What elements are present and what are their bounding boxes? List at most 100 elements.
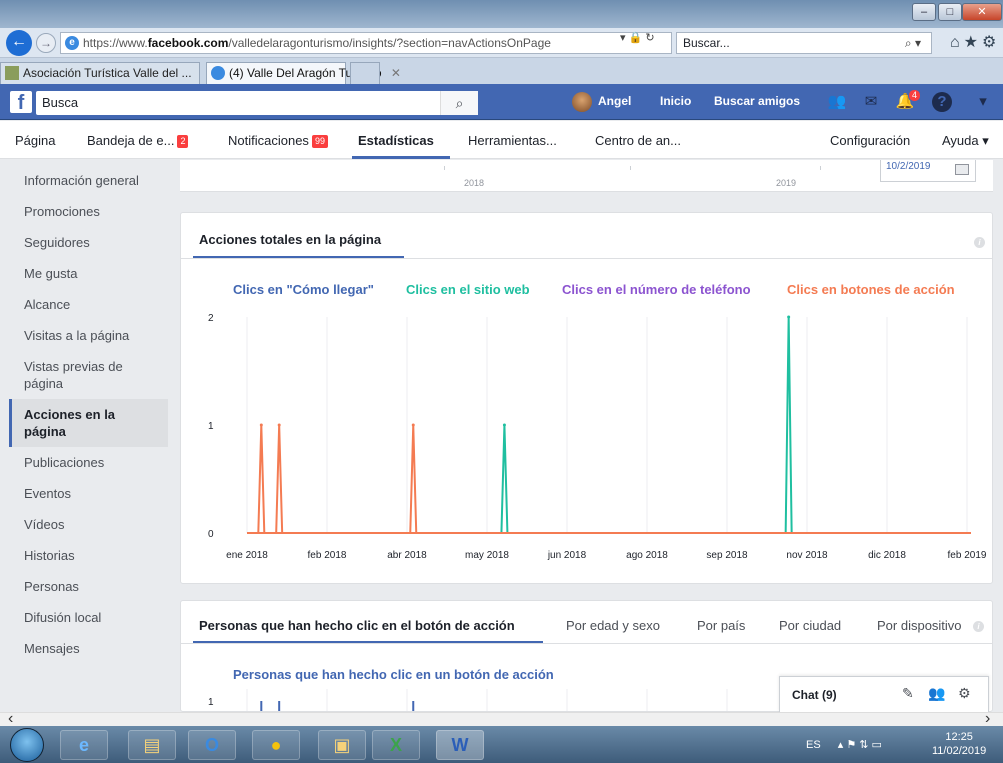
sidebar-item-page-views[interactable]: Visitas a la página (9, 320, 168, 351)
legend-action-buttons[interactable]: Clics en botones de acción (787, 282, 955, 297)
nav-help[interactable]: Ayuda ▾ (942, 133, 989, 149)
url-field[interactable]: e https://www.facebook.com/valledelarago… (60, 32, 672, 54)
back-button[interactable]: ← (6, 30, 32, 56)
sidebar-item-promotions[interactable]: Promociones (9, 196, 168, 227)
data-point (411, 423, 415, 427)
explorer-window-icon[interactable]: ▣ (318, 730, 366, 760)
sidebar-item-followers[interactable]: Seguidores (9, 227, 168, 258)
gear-icon[interactable]: ⚙ (958, 685, 971, 702)
nav-settings[interactable]: Configuración (830, 133, 910, 148)
end-date-value: 10/2/2019 (886, 161, 931, 172)
sidebar-item-messages[interactable]: Mensajes (9, 633, 168, 664)
x-tick-label: feb 2018 (308, 550, 347, 561)
tab-by-country[interactable]: Por país (697, 618, 745, 633)
close-tab-icon[interactable]: ✕ (391, 66, 401, 80)
sidebar-item-videos[interactable]: Vídeos (9, 509, 168, 540)
nav-notifications[interactable]: Notificaciones 99 (228, 133, 328, 148)
nav-notifications-label: Notificaciones (228, 133, 309, 148)
help-icon[interactable]: ? (932, 92, 952, 112)
tab-favicon (5, 66, 19, 80)
home-link[interactable]: Inicio (660, 94, 691, 108)
url-rest: /valledelaragonturismo/insights/?section… (228, 36, 551, 50)
end-date-input[interactable]: 10/2/2019 (880, 160, 976, 182)
compose-icon[interactable]: ✎ (902, 685, 914, 702)
search-icon[interactable]: ⌕ ▾ (905, 33, 921, 53)
x-tick-label: feb 2019 (948, 550, 987, 561)
tab-by-age-gender[interactable]: Por edad y sexo (566, 618, 660, 633)
chevron-down-icon[interactable]: ▾ (972, 92, 994, 112)
info-icon[interactable]: i (973, 621, 984, 632)
url-controls[interactable]: ▾ 🔒 ↻ (620, 31, 655, 44)
outlook-icon[interactable]: O (188, 730, 236, 760)
sidebar-item-posts[interactable]: Publicaciones (9, 447, 168, 478)
language-indicator[interactable]: ES (806, 739, 821, 751)
legend-website[interactable]: Clics en el sitio web (406, 282, 530, 297)
tab-label: Asociación Turística Valle del ... (23, 66, 192, 80)
data-point (787, 315, 791, 319)
nav-page[interactable]: Página (15, 133, 55, 148)
tab-by-city[interactable]: Por ciudad (779, 618, 841, 633)
sidebar-item-people[interactable]: Personas (9, 571, 168, 602)
card-title[interactable]: Acciones totales en la página (199, 232, 381, 247)
profile-link[interactable]: Angel (598, 94, 631, 108)
avatar[interactable] (572, 92, 592, 112)
chat-label: Chat (9) (792, 688, 837, 702)
minimize-button[interactable]: – (912, 3, 936, 21)
word-icon[interactable]: W (436, 730, 484, 760)
friend-requests-icon[interactable]: 👥 (826, 92, 848, 112)
browser-toolbar-icons[interactable]: ⌂★⚙ (950, 32, 1000, 52)
legend-phone[interactable]: Clics en el número de teléfono (562, 282, 751, 297)
sidebar-item-reach[interactable]: Alcance (9, 289, 168, 320)
browser-search-placeholder: Buscar... (683, 36, 730, 50)
calendar-icon[interactable] (955, 164, 969, 175)
sidebar-item-likes[interactable]: Me gusta (9, 258, 168, 289)
clock[interactable]: 12:25 11/02/2019 (932, 730, 986, 758)
facebook-search-input[interactable]: Busca (36, 91, 478, 115)
tab-clicked-action-button[interactable]: Personas que han hecho clic en el botón … (199, 618, 515, 633)
close-window-button[interactable]: ✕ (962, 3, 1002, 21)
sidebar-item-stories[interactable]: Historias (9, 540, 168, 571)
messenger-icon[interactable]: ✉ (860, 92, 882, 112)
sidebar-item-events[interactable]: Eventos (9, 478, 168, 509)
nav-tools[interactable]: Herramientas... (468, 133, 557, 148)
y-tick-label: 0 (208, 529, 214, 540)
start-button[interactable] (10, 728, 44, 762)
sidebar-item-overview[interactable]: Información general (9, 165, 168, 196)
data-point (502, 423, 506, 427)
notifications-count-badge: 99 (311, 135, 328, 148)
facebook-logo-icon[interactable]: f (10, 91, 32, 114)
tab-by-device[interactable]: Por dispositivo (877, 618, 962, 633)
sidebar-item-page-actions[interactable]: Acciones en la página (9, 399, 168, 447)
search-icon[interactable]: ⌕ (440, 91, 478, 115)
forward-button[interactable]: → (36, 33, 56, 53)
tray-icons[interactable]: ▴ ⚑ ⇅ ▭ (838, 739, 882, 751)
date-range-timeline: 2018 2019 10/2/2019 (180, 160, 993, 192)
nav-insights[interactable]: Estadísticas (358, 133, 434, 148)
windows-taskbar: e ▤ O ● ▣ X W ES ▴ ⚑ ⇅ ▭ 12:25 11/02/201… (0, 726, 1003, 763)
internet-explorer-icon[interactable]: e (60, 730, 108, 760)
file-explorer-icon[interactable]: ▤ (128, 730, 176, 760)
browser-search-field[interactable]: Buscar... ⌕ ▾ (676, 32, 932, 54)
find-friends-link[interactable]: Buscar amigos (714, 94, 800, 108)
browser-tab-strip: Asociación Turística Valle del ... (4) V… (0, 58, 1003, 84)
timeline-year-2018: 2018 (464, 178, 485, 188)
chrome-icon[interactable]: ● (252, 730, 300, 760)
legend-directions[interactable]: Clics en "Cómo llegar" (233, 282, 374, 297)
info-icon[interactable]: i (974, 237, 985, 248)
browser-tab-valle[interactable]: (4) Valle Del Aragón Turismo ✕ (206, 62, 401, 84)
browser-tab-asociacion[interactable]: Asociación Turística Valle del ... (0, 62, 200, 84)
horizontal-scrollbar[interactable]: ‹ › (0, 710, 1003, 727)
facebook-top-bar: f Busca ⌕ Angel Inicio Buscar amigos 👥 ✉… (0, 84, 1003, 120)
sidebar-item-local[interactable]: Difusión local (9, 602, 168, 633)
add-group-icon[interactable]: 👥 (928, 685, 945, 702)
maximize-button[interactable]: □ (938, 3, 962, 21)
clock-time: 12:25 (945, 731, 973, 743)
sidebar-item-page-previews[interactable]: Vistas previas de página (9, 351, 168, 399)
system-tray[interactable]: ES ▴ ⚑ ⇅ ▭ (806, 738, 882, 751)
nav-ads-center[interactable]: Centro de an... (595, 133, 681, 148)
chat-bar[interactable]: Chat (9) ✎ 👥 ⚙ (779, 676, 989, 712)
new-tab-button[interactable] (350, 62, 380, 84)
nav-inbox[interactable]: Bandeja de e... 2 (87, 133, 189, 148)
insights-sidebar: Información general Promociones Seguidor… (9, 165, 168, 664)
excel-icon[interactable]: X (372, 730, 420, 760)
